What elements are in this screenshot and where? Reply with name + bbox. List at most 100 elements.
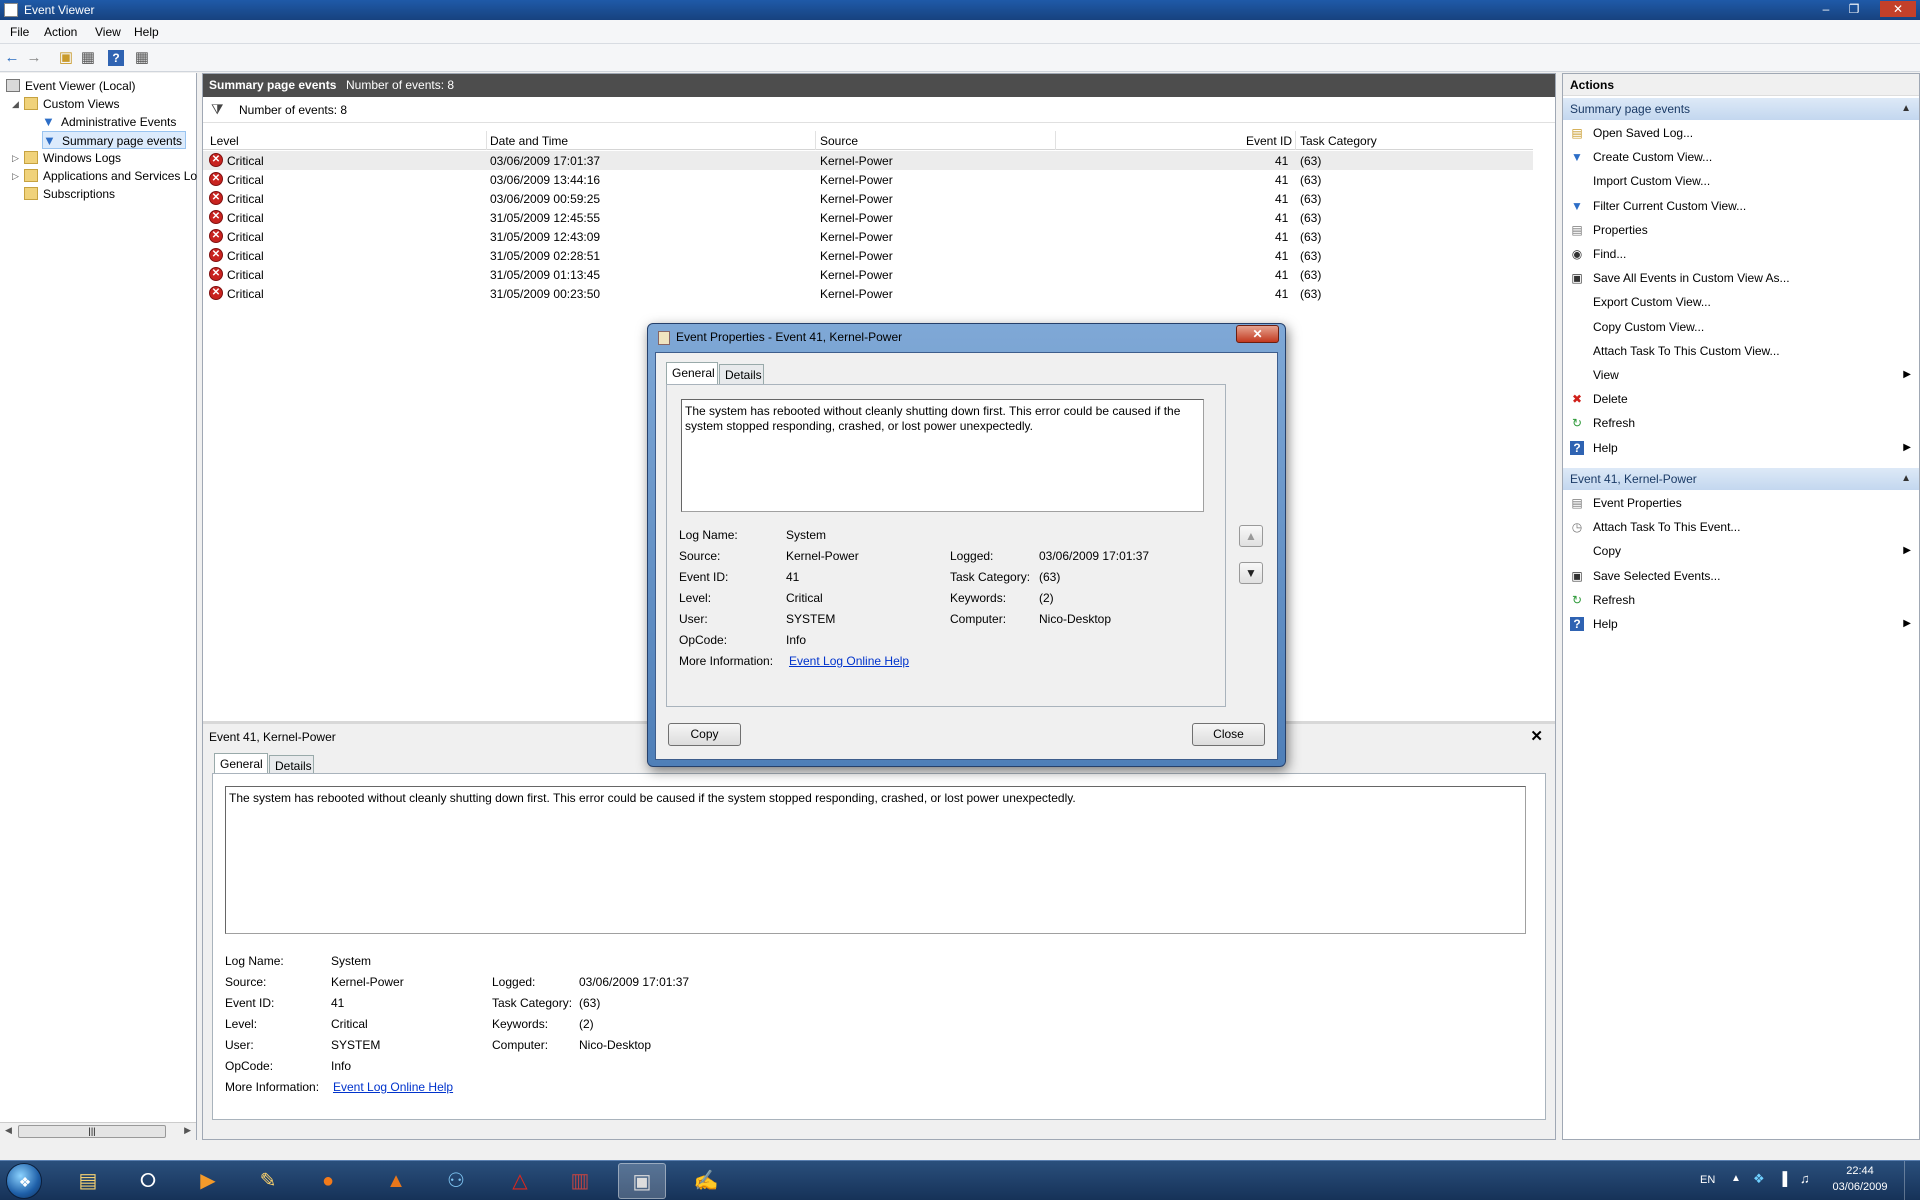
action-item[interactable]: Attach Task To This Custom View... — [1563, 340, 1919, 362]
dialog-close-button[interactable]: Close — [1192, 723, 1265, 746]
collapse-triangle-icon[interactable]: ◢ — [12, 95, 19, 113]
cell-event-id: 41 — [1275, 192, 1289, 206]
close-preview-icon[interactable]: ✕ — [1530, 727, 1543, 745]
actions-section-event[interactable]: Event 41, Kernel-Power ▲ — [1563, 468, 1919, 490]
table-row[interactable]: ✕ Critical 03/06/2009 17:01:37 Kernel-Power… — [203, 151, 1533, 170]
action-item[interactable]: ▤ Properties — [1563, 219, 1919, 241]
dlg-event-log-online-help-link[interactable]: Event Log Online Help — [789, 654, 909, 668]
table-row[interactable]: ✕ Critical 31/05/2009 01:13:45 Kernel-Power… — [203, 265, 1533, 284]
tree-summary-events[interactable]: ▼ Summary page events — [42, 131, 187, 149]
matlab-taskbar-icon[interactable]: ▲ — [372, 1163, 420, 1199]
tree-admin-events[interactable]: ▼ Administrative Events — [42, 113, 176, 131]
expand-triangle-icon[interactable]: ▷ — [12, 149, 19, 167]
menu-action[interactable]: Action — [44, 25, 77, 39]
scrollbar-thumb[interactable]: ||| — [18, 1125, 166, 1138]
notepad-taskbar-icon[interactable]: ✎ — [244, 1163, 292, 1199]
dialog-copy-button[interactable]: Copy — [668, 723, 741, 746]
next-event-arrow-icon[interactable]: ▼ — [1239, 562, 1263, 584]
tree-subscriptions-label: Subscriptions — [43, 187, 116, 201]
winrar-taskbar-icon[interactable]: ▥ — [556, 1163, 604, 1199]
action-item[interactable]: ▤ Event Properties — [1563, 492, 1919, 514]
col-source[interactable]: Source — [820, 134, 858, 148]
action-item[interactable]: View ▶ — [1563, 364, 1919, 386]
expand-triangle-icon[interactable]: ▷ — [12, 167, 19, 185]
clock-date[interactable]: 03/06/2009 — [1830, 1181, 1890, 1193]
action-item[interactable]: Export Custom View... — [1563, 291, 1919, 313]
firefox-taskbar-icon[interactable]: ● — [304, 1163, 352, 1199]
minimize-button[interactable]: – — [1815, 1, 1837, 17]
action-item[interactable]: ? Help ▶ — [1563, 613, 1919, 635]
adobe-reader-taskbar-icon[interactable]: △ — [496, 1163, 544, 1199]
previous-event-arrow-icon[interactable]: ▲ — [1239, 525, 1263, 547]
collapse-caret-icon[interactable]: ▲ — [1901, 98, 1911, 120]
action-item[interactable]: ▣ Save Selected Events... — [1563, 565, 1919, 587]
scroll-right-icon[interactable]: ▶ — [184, 1125, 191, 1136]
event-message[interactable]: The system has rebooted without cleanly … — [225, 786, 1526, 934]
tree-root[interactable]: Event Viewer (Local) — [6, 77, 136, 95]
menu-file[interactable]: File — [10, 25, 29, 39]
show-hide-action-pane-icon[interactable]: ▦ — [132, 48, 152, 68]
event-viewer-taskbar-icon[interactable]: ▣ — [618, 1163, 666, 1199]
action-item[interactable]: Copy ▶ — [1563, 540, 1919, 562]
action-item[interactable]: ? Help ▶ — [1563, 437, 1919, 459]
table-row[interactable]: ✕ Critical 31/05/2009 02:28:51 Kernel-Power… — [203, 246, 1533, 265]
menu-help[interactable]: Help — [134, 25, 159, 39]
up-folder-icon[interactable]: ▣ — [56, 48, 76, 68]
action-item[interactable]: Copy Custom View... — [1563, 316, 1919, 338]
action-item[interactable]: ↻ Refresh — [1563, 589, 1919, 611]
start-button[interactable]: ❖ — [6, 1163, 42, 1199]
table-row[interactable]: ✕ Critical 31/05/2009 12:43:09 Kernel-Power… — [203, 227, 1533, 246]
tree-apps-services[interactable]: ▷ Applications and Services Lo — [12, 167, 197, 185]
help-icon[interactable]: ? — [108, 50, 124, 66]
network-tray-icon[interactable]: ▐ — [1778, 1171, 1787, 1186]
show-hidden-icons[interactable]: ▲ — [1731, 1173, 1741, 1184]
table-row[interactable]: ✕ Critical 31/05/2009 12:45:55 Kernel-Power… — [203, 208, 1533, 227]
actions-section-summary[interactable]: Summary page events ▲ — [1563, 98, 1919, 120]
tree-custom-views[interactable]: ◢ Custom Views — [12, 95, 119, 113]
col-task-category[interactable]: Task Category — [1300, 134, 1377, 148]
back-icon[interactable]: ← — [2, 48, 22, 68]
scroll-left-icon[interactable]: ◀ — [5, 1125, 12, 1136]
restore-button[interactable]: ❐ — [1843, 1, 1865, 17]
action-item[interactable]: ▣ Save All Events in Custom View As... — [1563, 267, 1919, 289]
col-level[interactable]: Level — [210, 134, 239, 148]
action-label: Event Properties — [1593, 496, 1682, 510]
volume-tray-icon[interactable]: ♫ — [1800, 1171, 1810, 1186]
table-row[interactable]: ✕ Critical 03/06/2009 13:44:16 Kernel-Power… — [203, 170, 1533, 189]
language-indicator[interactable]: EN — [1700, 1174, 1715, 1186]
action-item[interactable]: ✖ Delete — [1563, 388, 1919, 410]
action-item[interactable]: ▼ Filter Current Custom View... — [1563, 195, 1919, 217]
show-desktop-button[interactable] — [1904, 1161, 1920, 1200]
menu-view[interactable]: View — [95, 25, 121, 39]
collapse-caret-icon[interactable]: ▲ — [1901, 468, 1911, 490]
forward-icon[interactable]: → — [24, 48, 44, 68]
dialog-close-x-button[interactable]: ✕ — [1236, 325, 1279, 343]
table-row[interactable]: ✕ Critical 03/06/2009 00:59:25 Kernel-Power… — [203, 189, 1533, 208]
action-item[interactable]: ◉ Find... — [1563, 243, 1919, 265]
action-item[interactable]: Import Custom View... — [1563, 170, 1919, 192]
explorer-taskbar-icon[interactable]: ▤ — [64, 1163, 112, 1199]
action-item[interactable]: ↻ Refresh — [1563, 412, 1919, 434]
col-event-id[interactable]: Event ID — [1246, 134, 1292, 148]
dialog-tab-general[interactable]: General — [666, 362, 718, 385]
dropbox-tray-icon[interactable]: ❖ — [1753, 1171, 1765, 1187]
dialog-event-message[interactable]: The system has rebooted without cleanly … — [681, 399, 1204, 512]
app-v-taskbar-icon[interactable]: ⭘ — [124, 1163, 172, 1199]
media-player-taskbar-icon[interactable]: ▶ — [184, 1163, 232, 1199]
table-row[interactable]: ✕ Critical 31/05/2009 00:23:50 Kernel-Power… — [203, 284, 1533, 303]
dialog-tab-details[interactable]: Details — [719, 364, 764, 385]
paint-taskbar-icon[interactable]: ✍ — [682, 1163, 730, 1199]
tree-subscriptions[interactable]: Subscriptions — [24, 185, 115, 203]
col-datetime[interactable]: Date and Time — [490, 134, 568, 148]
clock-time[interactable]: 22:44 — [1830, 1165, 1890, 1177]
tree-horizontal-scrollbar[interactable]: ◀ ||| ▶ — [0, 1122, 196, 1140]
tree-windows-logs[interactable]: ▷ Windows Logs — [12, 149, 121, 167]
action-item[interactable]: ◷ Attach Task To This Event... — [1563, 516, 1919, 538]
close-window-button[interactable]: ✕ — [1880, 1, 1916, 17]
show-hide-tree-icon[interactable]: ▦ — [78, 48, 98, 68]
action-item[interactable]: ▼ Create Custom View... — [1563, 146, 1919, 168]
action-item[interactable]: ▤ Open Saved Log... — [1563, 122, 1919, 144]
dlg-label-logged: Logged: — [950, 549, 994, 563]
people-taskbar-icon[interactable]: ⚇ — [432, 1163, 480, 1199]
event-log-online-help-link[interactable]: Event Log Online Help — [333, 1080, 453, 1094]
